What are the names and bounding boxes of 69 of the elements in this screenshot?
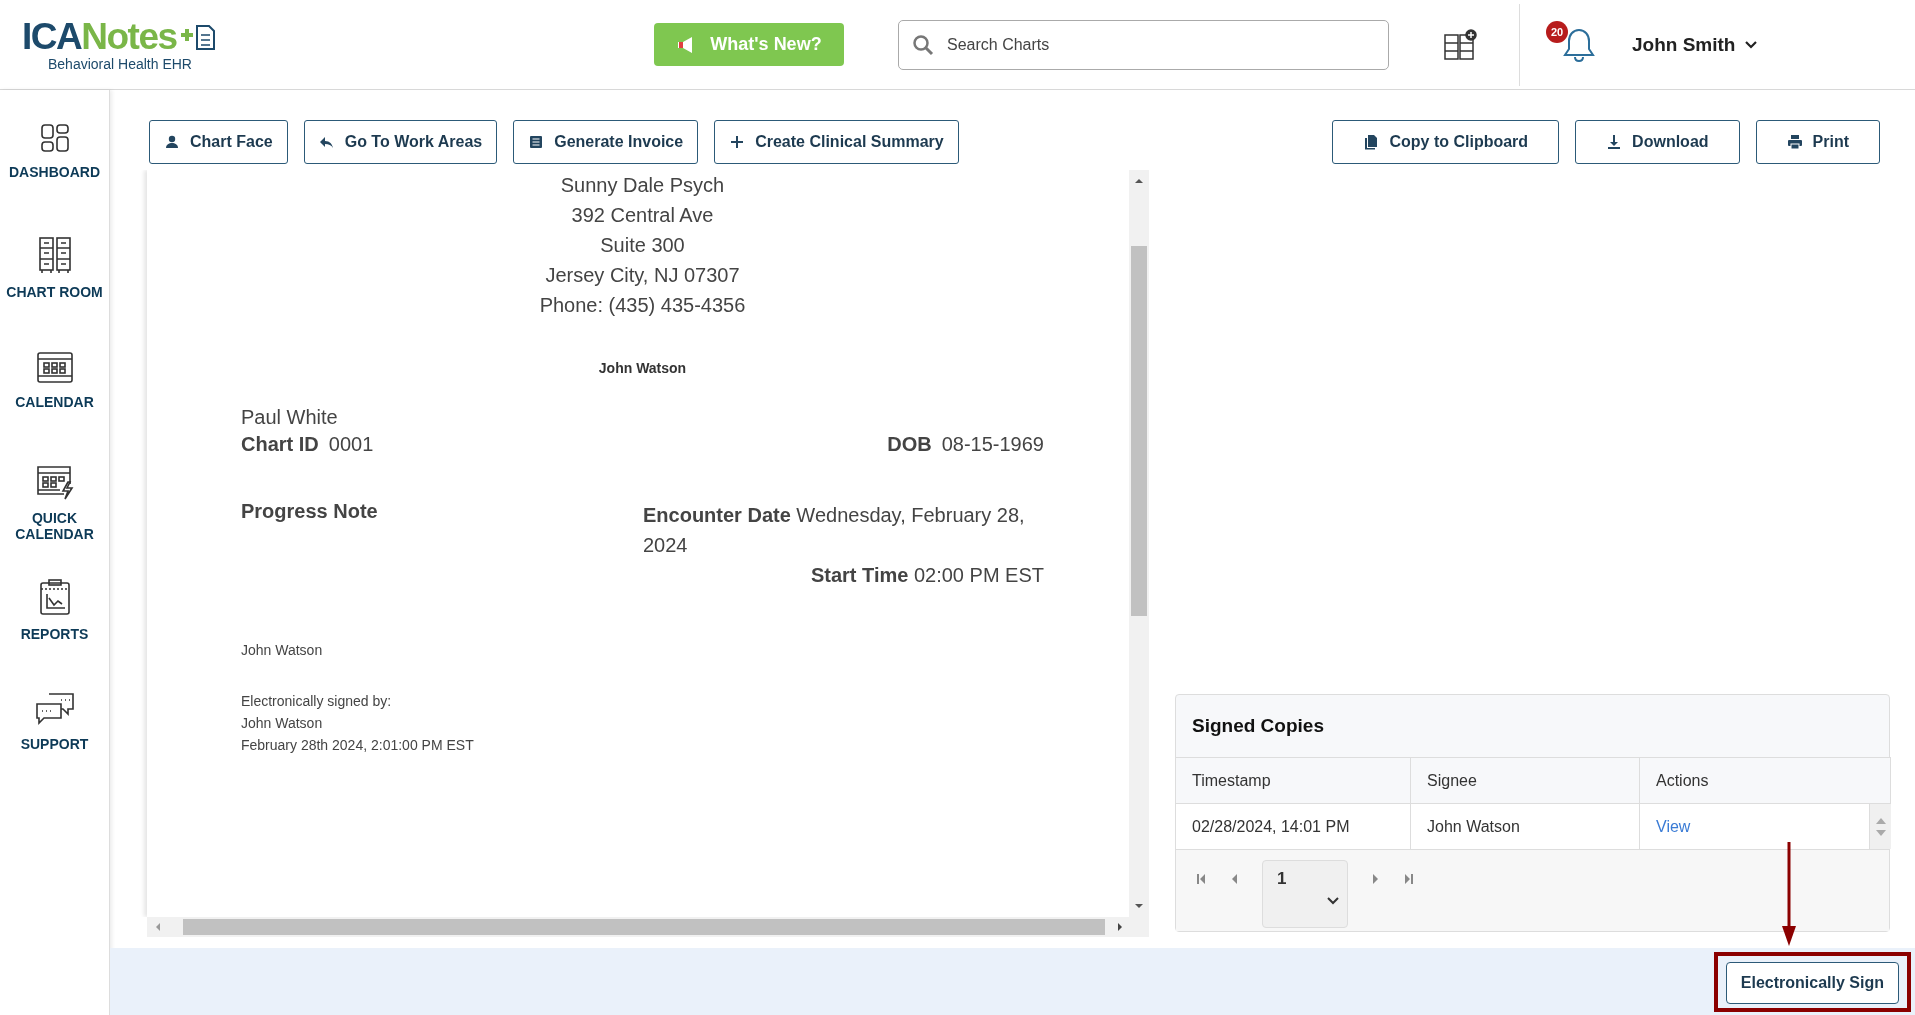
practice-address-line: Phone: (435) 435-4356 <box>538 293 747 318</box>
sidebar-item[interactable]: DASHBOARD <box>0 122 109 236</box>
toolbar-button[interactable]: Download <box>1575 120 1740 164</box>
toolbar-button[interactable]: Go To Work Areas <box>303 120 498 164</box>
list-icon <box>528 134 545 150</box>
first-page-icon[interactable] <box>1196 874 1206 884</box>
vertical-scrollbar[interactable] <box>1129 170 1149 917</box>
sidebar-item[interactable]: QUICK CALENDAR <box>0 464 109 578</box>
toolbar-button[interactable]: Chart Face <box>149 120 288 164</box>
toolbar-button[interactable]: Generate Invoice <box>513 120 699 164</box>
scroll-right-arrow-icon[interactable] <box>1115 922 1125 932</box>
download-icon <box>1606 134 1623 150</box>
chevron-down-icon <box>1745 40 1758 49</box>
horizontal-scrollbar[interactable] <box>147 917 1149 937</box>
signature-name: John Watson <box>241 642 324 658</box>
practice-address-line: Jersey City, NJ 07307 <box>544 263 741 288</box>
column-header: Timestamp <box>1176 757 1411 803</box>
field-value: 08-15-1969 <box>941 433 1044 455</box>
field-label: Chart ID <box>241 433 319 455</box>
printer-icon <box>1786 134 1803 150</box>
provider-name: John Watson <box>597 360 688 376</box>
logo-wordmark: ICANotes <box>22 17 177 56</box>
column-header: Actions <box>1640 757 1891 803</box>
practice-address-line: Suite 300 <box>599 233 686 258</box>
file-cabinets-plus-icon[interactable] <box>1443 28 1477 61</box>
sidebar-item[interactable]: CALENDAR <box>0 350 109 464</box>
page-select[interactable]: 1 <box>1262 860 1348 928</box>
toolbar-button[interactable]: Copy to Clipboard <box>1332 120 1560 164</box>
field-label: DOB <box>887 433 932 455</box>
signature-line: February 28th 2024, 2:01:00 PM EST <box>241 736 475 755</box>
chat-bubbles-icon <box>34 692 75 726</box>
copy-icon <box>1363 134 1380 150</box>
signature-line: Electronically signed by: <box>241 692 393 711</box>
calendar-icon <box>35 350 74 384</box>
search-icon <box>912 33 934 56</box>
practice-address-line: Sunny Dale Psych <box>559 173 726 198</box>
chart-clipboard-icon <box>37 578 72 616</box>
user-menu[interactable]: John Smith <box>1626 32 1764 57</box>
column-header: Signee <box>1411 757 1640 803</box>
practice-address-line: 392 Central Ave <box>570 203 715 228</box>
calendar-lightning-icon <box>35 464 74 500</box>
sidebar-item[interactable]: SUPPORT <box>0 692 109 806</box>
scroll-down-arrow-icon[interactable] <box>1134 901 1144 911</box>
search-field[interactable]: Search Charts <box>898 19 1389 70</box>
field-value: 0001 <box>328 433 374 455</box>
last-page-icon[interactable] <box>1404 874 1414 884</box>
chevron-down-icon <box>1327 897 1339 905</box>
panel-title: Signed Copies <box>1192 715 1324 737</box>
dashboard-icon <box>38 122 71 154</box>
next-page-icon[interactable] <box>1372 874 1380 884</box>
toolbar-button[interactable]: Create Clinical Summary <box>714 120 959 164</box>
file-cabinets-icon <box>37 236 72 274</box>
previous-page-icon[interactable] <box>1230 874 1238 884</box>
signature-line: John Watson <box>241 714 324 733</box>
toolbar-button[interactable]: Print <box>1755 120 1880 164</box>
electronically-sign-button[interactable]: Electronically Sign <box>1725 961 1899 1004</box>
patient-name: Paul White <box>241 406 339 429</box>
sidebar-item[interactable]: CHART ROOM <box>0 236 109 350</box>
encounter-date-text: Encounter Date Wednesday, February 28, 2024 <box>643 503 1026 558</box>
notification-badge: 20 <box>1546 20 1568 43</box>
start-time-text: Start Time 02:00 PM EST <box>810 564 1044 586</box>
sidebar-item[interactable]: REPORTS <box>0 578 109 692</box>
note-type-title: Progress Note <box>241 500 379 524</box>
person-icon <box>164 134 180 150</box>
bell-icon[interactable] <box>1562 26 1596 63</box>
logo-subtitle: Behavioral Health EHR <box>48 55 193 72</box>
scroll-up-arrow-icon[interactable] <box>1134 176 1144 186</box>
view-link[interactable]: View <box>1656 817 1691 836</box>
plus-icon <box>729 134 746 150</box>
